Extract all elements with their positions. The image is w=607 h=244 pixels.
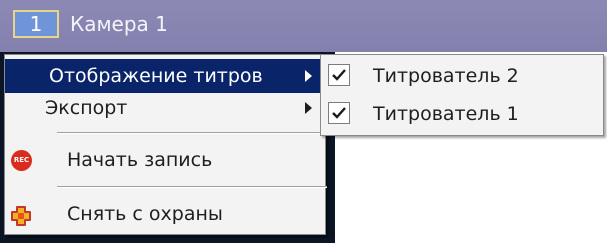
disarm-icon (9, 202, 33, 226)
captions-submenu: Титрователь 2 Титрователь 1 (320, 54, 604, 136)
menu-separator (57, 132, 327, 134)
checkbox-checked-icon[interactable] (328, 64, 350, 86)
menu-separator (57, 186, 327, 188)
submenu-arrow-icon (305, 70, 312, 82)
submenu-item-label: Титрователь 1 (373, 103, 519, 125)
camera-number-badge: 1 (13, 10, 59, 38)
submenu-item-label: Титрователь 2 (373, 65, 519, 87)
camera-title: Камера 1 (70, 12, 168, 36)
menu-item-disarm[interactable]: Снять с охраны (5, 193, 325, 235)
menu-item-export[interactable]: Экспорт (5, 91, 325, 125)
camera-title-bar[interactable]: 1 Камера 1 (0, 0, 607, 52)
menu-item-label: Экспорт (45, 97, 128, 119)
menu-item-captions-display[interactable]: Отображение титров (5, 59, 325, 93)
context-menu: Отображение титров Экспорт REC Начать за… (4, 54, 327, 235)
submenu-item-captioner-2[interactable]: Титрователь 2 (321, 58, 603, 94)
submenu-arrow-icon (305, 102, 312, 114)
menu-item-label: Снять с охраны (67, 203, 223, 225)
submenu-item-captioner-1[interactable]: Титрователь 1 (321, 96, 603, 132)
checkbox-checked-icon[interactable] (328, 102, 350, 124)
menu-item-label: Начать запись (67, 149, 213, 171)
menu-item-start-recording[interactable]: REC Начать запись (5, 139, 325, 181)
menu-item-label: Отображение титров (49, 65, 263, 87)
record-icon: REC (11, 150, 32, 171)
